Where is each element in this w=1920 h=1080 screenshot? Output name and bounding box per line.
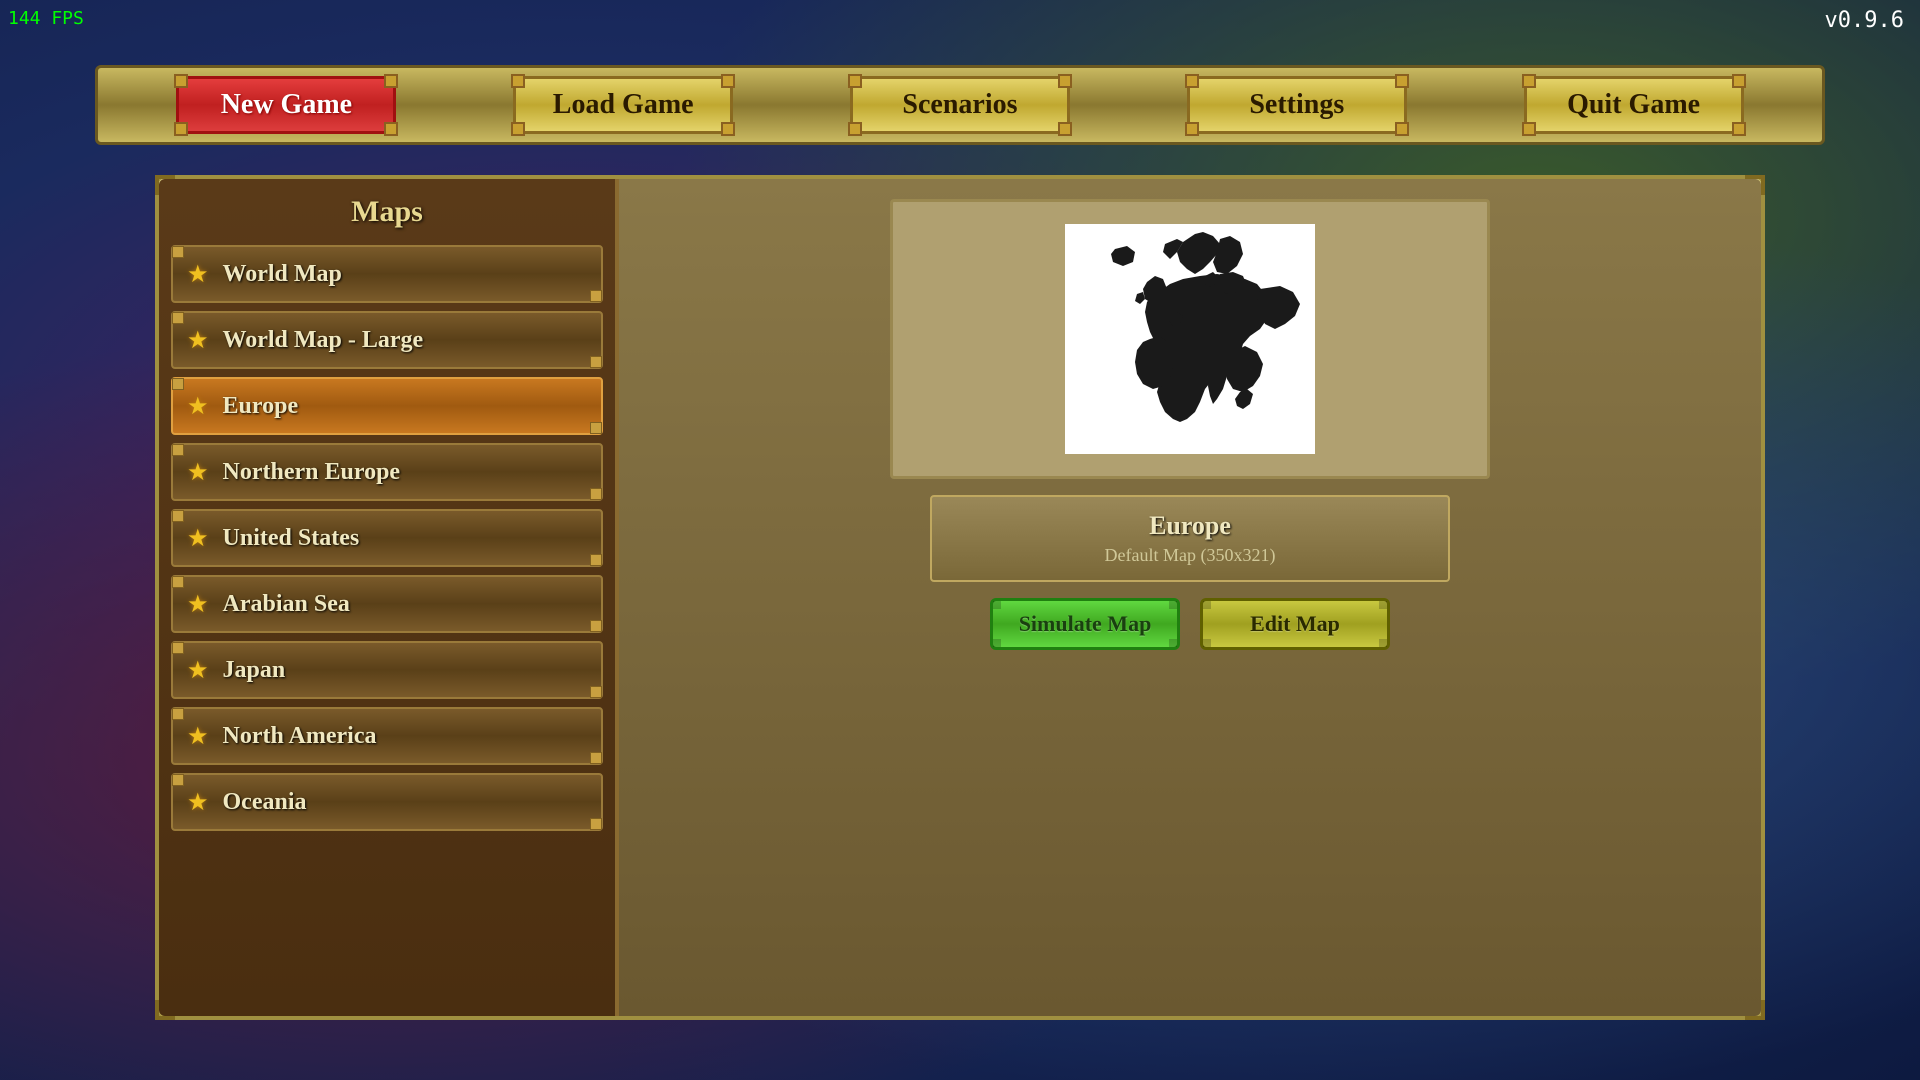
- map-item-label: Oceania: [223, 789, 307, 816]
- map-list-item-world-map-large[interactable]: ★ World Map - Large: [171, 311, 603, 369]
- map-item-label: United States: [223, 525, 360, 552]
- nav-bar: New Game Load Game Scenarios Settings Qu…: [95, 65, 1825, 145]
- corner-tl: [848, 74, 862, 88]
- scenarios-label: Scenarios: [902, 89, 1017, 121]
- map-item-label: Japan: [223, 657, 286, 684]
- btn-corner-tr: [1169, 601, 1177, 609]
- map-list-item-oceania[interactable]: ★ Oceania: [171, 773, 603, 831]
- maps-panel: Maps ★ World Map ★ World Map - Large ★ Europe…: [159, 179, 619, 1016]
- quit-game-button[interactable]: Quit Game: [1524, 76, 1744, 134]
- corner-bl: [511, 122, 525, 136]
- settings-label: Settings: [1249, 89, 1344, 121]
- maps-title: Maps: [159, 179, 615, 241]
- star-icon: ★: [187, 722, 209, 751]
- settings-button[interactable]: Settings: [1187, 76, 1407, 134]
- corner-br: [1058, 122, 1072, 136]
- map-list-item-united-states[interactable]: ★ United States: [171, 509, 603, 567]
- map-list-item-world-map[interactable]: ★ World Map: [171, 245, 603, 303]
- map-info-box: Europe Default Map (350x321): [930, 495, 1450, 582]
- btn-corner-bl: [993, 639, 1001, 647]
- btn-corner-br: [1169, 639, 1177, 647]
- star-icon: ★: [187, 326, 209, 355]
- star-icon: ★: [187, 788, 209, 817]
- star-icon: ★: [187, 656, 209, 685]
- btn-corner-tl: [993, 601, 1001, 609]
- btn-corner-br: [1379, 639, 1387, 647]
- corner-bl: [848, 122, 862, 136]
- corner-tl: [174, 74, 188, 88]
- star-icon: ★: [187, 458, 209, 487]
- version-label: v0.9.6: [1825, 8, 1904, 33]
- btn-corner-tl: [1203, 601, 1211, 609]
- corner-tr: [1732, 74, 1746, 88]
- edit-map-button[interactable]: Edit Map: [1200, 598, 1390, 650]
- map-image-container: [890, 199, 1490, 479]
- btn-corner-bl: [1203, 639, 1211, 647]
- quit-game-label: Quit Game: [1567, 89, 1700, 121]
- scenarios-button[interactable]: Scenarios: [850, 76, 1070, 134]
- main-panel: Maps ★ World Map ★ World Map - Large ★ Europe…: [155, 175, 1765, 1020]
- edit-map-label: Edit Map: [1250, 611, 1340, 637]
- star-icon: ★: [187, 524, 209, 553]
- star-icon: ★: [187, 590, 209, 619]
- panel-corner-tr: [1745, 175, 1765, 195]
- corner-tr: [1058, 74, 1072, 88]
- corner-bl: [174, 122, 188, 136]
- europe-map-svg: [1065, 224, 1315, 454]
- btn-corner-tr: [1379, 601, 1387, 609]
- corner-br: [384, 122, 398, 136]
- load-game-button[interactable]: Load Game: [513, 76, 733, 134]
- new-game-button[interactable]: New Game: [176, 76, 396, 134]
- star-icon: ★: [187, 392, 209, 421]
- map-item-label: North America: [223, 723, 377, 750]
- preview-panel: Europe Default Map (350x321) Simulate Ma…: [619, 179, 1761, 1016]
- map-item-label: Northern Europe: [223, 459, 401, 486]
- corner-tr: [1395, 74, 1409, 88]
- corner-br: [1395, 122, 1409, 136]
- corner-tl: [1522, 74, 1536, 88]
- corner-tr: [384, 74, 398, 88]
- star-icon: ★: [187, 260, 209, 289]
- new-game-label: New Game: [221, 89, 352, 121]
- map-info-desc: Default Map (350x321): [952, 545, 1428, 566]
- map-info-name: Europe: [952, 511, 1428, 541]
- map-list-item-northern-europe[interactable]: ★ Northern Europe: [171, 443, 603, 501]
- simulate-map-label: Simulate Map: [1019, 611, 1152, 637]
- map-list-item-north-america[interactable]: ★ North America: [171, 707, 603, 765]
- map-item-label: World Map - Large: [223, 327, 424, 354]
- map-list-item-arabian-sea[interactable]: ★ Arabian Sea: [171, 575, 603, 633]
- action-buttons: Simulate Map Edit Map: [990, 598, 1390, 650]
- maps-list: ★ World Map ★ World Map - Large ★ Europe ★ Nort…: [159, 241, 615, 1016]
- map-item-label: Arabian Sea: [223, 591, 350, 618]
- fps-counter: 144 FPS: [8, 8, 84, 29]
- corner-br: [1732, 122, 1746, 136]
- load-game-label: Load Game: [553, 89, 694, 121]
- map-item-label: Europe: [223, 393, 299, 420]
- corner-bl: [1185, 122, 1199, 136]
- corner-tr: [721, 74, 735, 88]
- corner-bl: [1522, 122, 1536, 136]
- map-list-item-europe[interactable]: ★ Europe: [171, 377, 603, 435]
- map-list-item-japan[interactable]: ★ Japan: [171, 641, 603, 699]
- panel-corner-tl: [155, 175, 175, 195]
- panel-corner-bl: [155, 1000, 175, 1020]
- corner-br: [721, 122, 735, 136]
- panel-corner-br: [1745, 1000, 1765, 1020]
- corner-tl: [1185, 74, 1199, 88]
- simulate-map-button[interactable]: Simulate Map: [990, 598, 1180, 650]
- corner-tl: [511, 74, 525, 88]
- map-item-label: World Map: [223, 261, 342, 288]
